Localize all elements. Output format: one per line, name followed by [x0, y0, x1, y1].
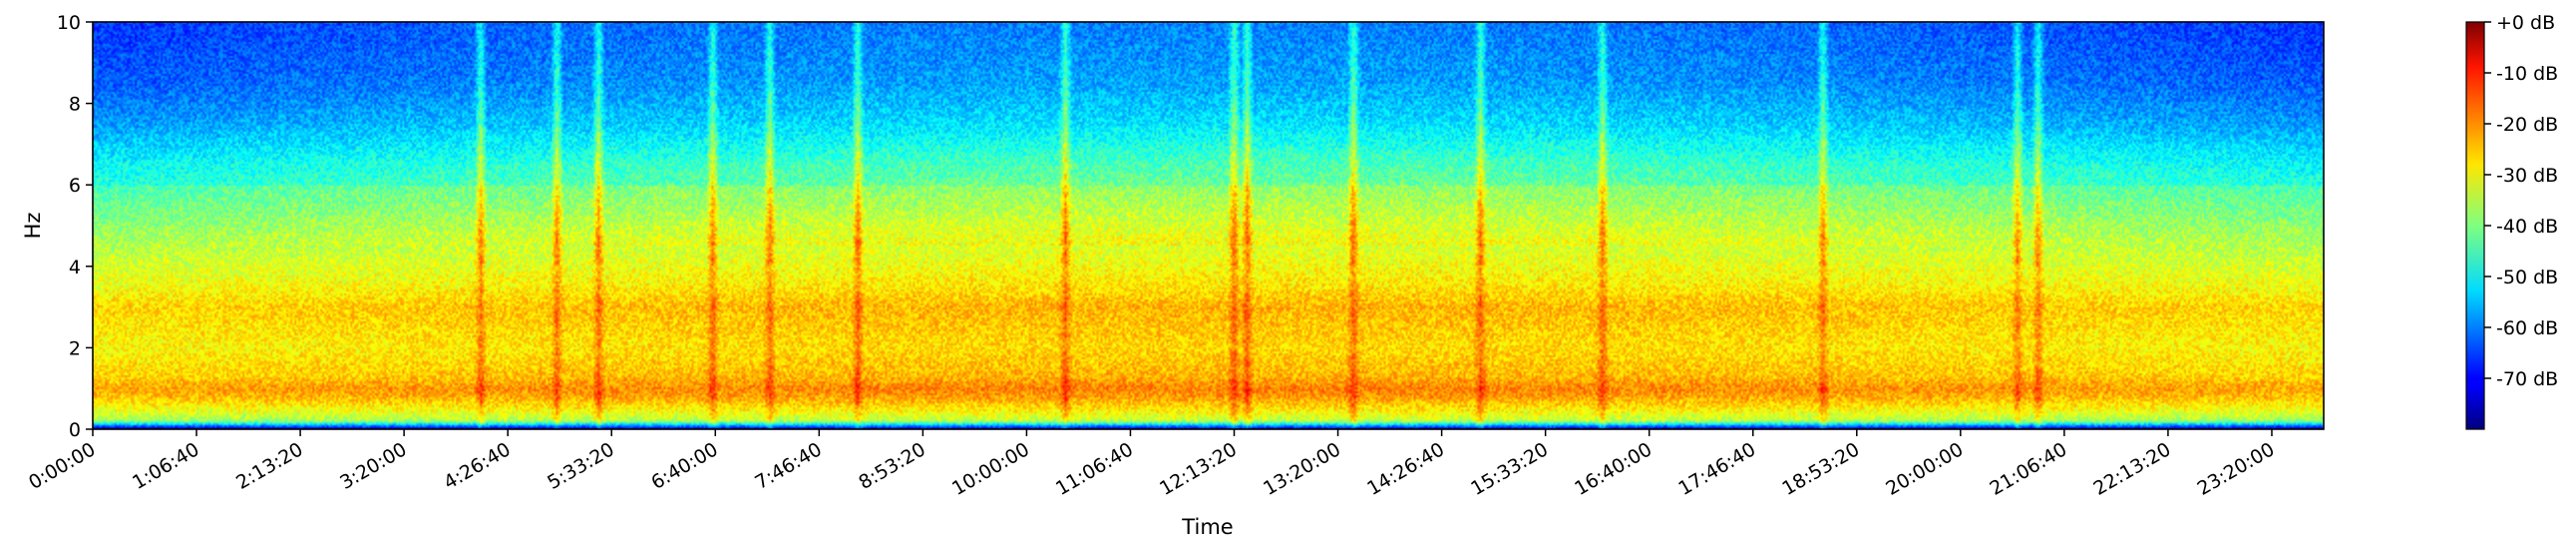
y-tick-label: 6	[69, 175, 81, 197]
x-tick-label: 3:20:00	[336, 438, 410, 494]
x-axis: 0:00:00 1:06:40 2:13:20 3:20:00 4:26:40 5:33:…	[25, 429, 2278, 500]
x-tick-label: 10:00:00	[948, 438, 1033, 500]
x-tick-label: 22:13:20	[2090, 438, 2175, 500]
y-axis-label: Hz	[21, 213, 45, 240]
x-tick-label: 18:53:20	[1778, 438, 1863, 500]
x-tick-label: 14:26:40	[1363, 438, 1448, 500]
colorbar-tick-label: -20 dB	[2496, 114, 2558, 136]
y-tick-label: 8	[69, 94, 81, 116]
x-tick-label: 2:13:20	[232, 438, 306, 494]
x-tick-label: 15:33:20	[1467, 438, 1552, 500]
spectrogram-figure: 0 2 4 6 8 10 0:00:00 1:06:40 2:13:20 3:20:00 4:26…	[21, 12, 2558, 539]
x-tick-label: 4:26:40	[440, 438, 514, 494]
colorbar: +0 dB -10 dB -20 dB -30 dB -40 dB -50 dB -60 d…	[2465, 12, 2558, 430]
y-axis: 0 2 4 6 8 10	[57, 12, 93, 441]
colorbar-ticks: +0 dB -10 dB -20 dB -30 dB -40 dB -50 dB -60 d…	[2484, 12, 2558, 390]
colorbar-tick-label: +0 dB	[2496, 12, 2555, 34]
x-tick-label: 7:46:40	[751, 438, 825, 494]
spectrogram-image	[93, 22, 2324, 429]
colorbar-tick-label: -70 dB	[2496, 368, 2558, 390]
colorbar-gradient	[2465, 21, 2485, 430]
x-tick-label: 11:06:40	[1052, 438, 1137, 500]
spectrogram-plot	[93, 22, 2324, 429]
x-tick-label: 16:40:00	[1571, 438, 1656, 500]
x-tick-label: 1:06:40	[129, 438, 202, 494]
y-tick-label: 4	[69, 257, 81, 278]
x-tick-label: 20:00:00	[1882, 438, 1967, 500]
x-tick-label: 12:13:20	[1156, 438, 1241, 500]
y-tick-label: 2	[69, 337, 81, 359]
x-tick-label: 17:46:40	[1674, 438, 1759, 500]
x-tick-label: 5:33:20	[544, 438, 617, 494]
colorbar-tick-label: -50 dB	[2496, 267, 2558, 288]
y-tick-label: 0	[69, 419, 81, 441]
colorbar-tick-label: -10 dB	[2496, 63, 2558, 85]
colorbar-tick-label: -40 dB	[2496, 216, 2558, 238]
x-tick-label: 6:40:00	[647, 438, 721, 494]
x-tick-label: 8:53:20	[855, 438, 928, 494]
x-tick-label: 0:00:00	[25, 438, 99, 494]
colorbar-tick-label: -60 dB	[2496, 317, 2558, 339]
x-axis-label: Time	[1181, 515, 1233, 539]
x-tick-label: 21:06:40	[1986, 438, 2070, 500]
x-tick-label: 23:20:00	[2194, 438, 2279, 500]
y-tick-label: 10	[57, 12, 81, 34]
x-tick-label: 13:20:00	[1260, 438, 1344, 500]
colorbar-tick-label: -30 dB	[2496, 165, 2558, 187]
